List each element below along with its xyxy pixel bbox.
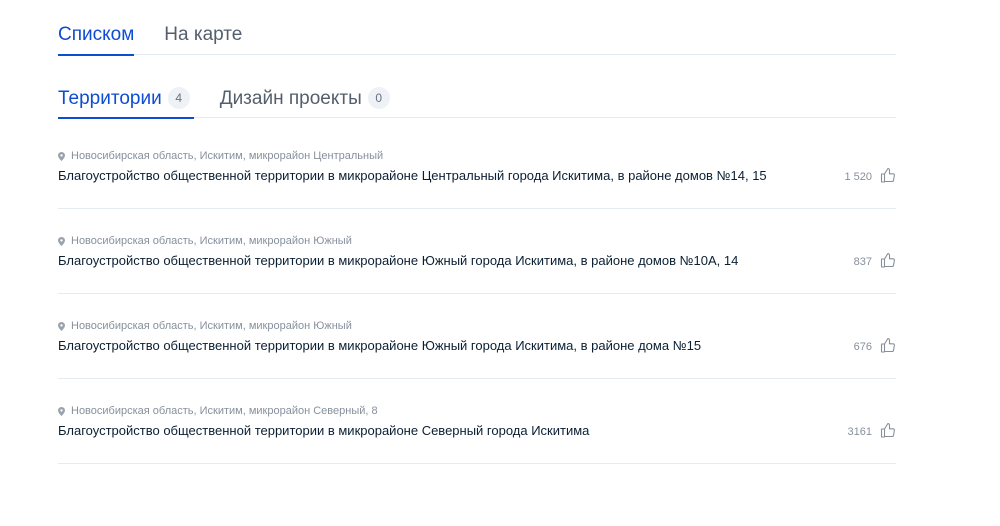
list-item[interactable]: Новосибирская область, Искитим, микрорай… [58,294,896,379]
item-address-text: Новосибирская область, Искитим, микрорай… [71,405,378,417]
item-likes: 676 [854,337,896,353]
item-address-text: Новосибирская область, Искитим, микрорай… [71,235,352,247]
like-count: 1 520 [844,170,872,183]
territory-list: Новосибирская область, Искитим, микрорай… [58,124,896,464]
list-item[interactable]: Новосибирская область, Искитим, микрорай… [58,124,896,209]
item-title[interactable]: Благоустройство общественной территории … [58,253,738,268]
view-tabs: Списком На карте [58,22,896,56]
item-likes: 1 520 [844,167,896,183]
item-title[interactable]: Благоустройство общественной территории … [58,423,589,438]
location-pin-icon [58,321,65,331]
item-likes: 3161 [848,422,896,438]
thumbs-up-icon[interactable] [880,337,896,353]
list-item[interactable]: Новосибирская область, Искитим, микрорай… [58,379,896,464]
location-pin-icon [58,151,65,161]
item-likes: 837 [854,252,896,268]
thumbs-up-icon[interactable] [880,422,896,438]
location-pin-icon [58,406,65,416]
item-address: Новосибирская область, Искитим, микрорай… [58,150,383,162]
tab-territories[interactable]: Территории 4 [58,84,194,119]
location-pin-icon [58,236,65,246]
tab-territories-label: Территории [58,88,162,109]
item-address: Новосибирская область, Искитим, микрорай… [58,405,378,417]
like-count: 3161 [847,425,872,438]
like-count: 676 [853,340,872,353]
design-projects-count-badge: 0 [367,87,390,109]
tab-list-view[interactable]: Списком [58,22,135,56]
tab-design-projects[interactable]: Дизайн проекты 0 [220,84,394,118]
thumbs-up-icon[interactable] [880,167,896,183]
tab-design-projects-label: Дизайн проекты [219,88,362,109]
item-address: Новосибирская область, Искитим, микрорай… [58,235,352,247]
territories-count-badge: 4 [167,87,190,109]
thumbs-up-icon[interactable] [880,252,896,268]
item-title[interactable]: Благоустройство общественной территории … [58,168,767,183]
like-count: 837 [853,255,872,268]
item-address-text: Новосибирская область, Искитим, микрорай… [71,320,352,332]
item-address-text: Новосибирская область, Искитим, микрорай… [71,150,384,162]
tab-map-view[interactable]: На карте [164,22,242,55]
category-tabs: Территории 4 Дизайн проекты 0 [58,84,896,119]
list-item[interactable]: Новосибирская область, Искитим, микрорай… [58,209,896,294]
item-title[interactable]: Благоустройство общественной территории … [58,338,701,353]
item-address: Новосибирская область, Искитим, микрорай… [58,320,352,332]
